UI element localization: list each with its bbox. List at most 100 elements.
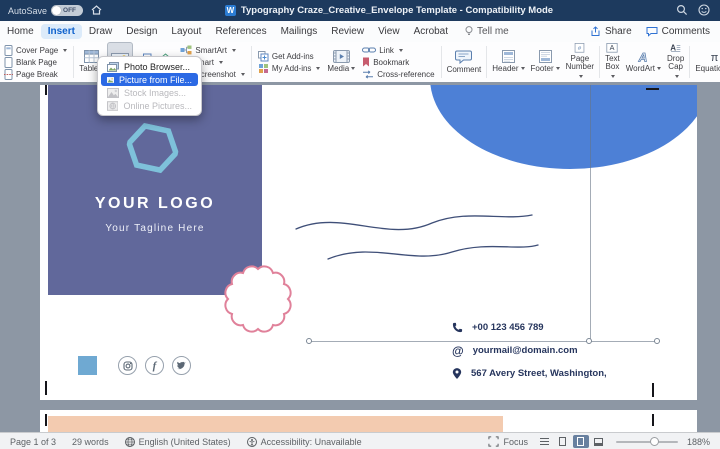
footer-label: Footer: [530, 64, 554, 74]
home-icon[interactable]: [91, 4, 102, 17]
cross-reference-icon: [363, 69, 374, 79]
header-button[interactable]: Header: [489, 42, 527, 82]
addins-stack: Get Add-ins My Add-ins: [254, 42, 325, 82]
phone-row[interactable]: +00 123 456 789: [452, 321, 544, 334]
wordart-button[interactable]: A WordArt: [623, 42, 664, 82]
tab-draw[interactable]: Draw: [82, 24, 119, 39]
menu-item-picture-from-file[interactable]: Picture from File...: [101, 73, 198, 86]
share-button[interactable]: Share: [590, 26, 632, 37]
resize-handle[interactable]: [586, 338, 592, 344]
cover-page-button[interactable]: Cover Page: [2, 44, 69, 56]
menu-item-photo-browser[interactable]: Photo Browser...: [101, 60, 198, 73]
tab-insert[interactable]: Insert: [40, 24, 82, 39]
facebook-icon[interactable]: f: [145, 356, 164, 375]
focus-label: Focus: [503, 436, 528, 447]
get-addins-button[interactable]: Get Add-ins: [256, 50, 323, 62]
chevron-down-icon: [231, 48, 236, 52]
media-button[interactable]: Media: [324, 42, 358, 82]
smartart-label: SmartArt: [195, 45, 227, 55]
menu-item-stock-images[interactable]: Stock Images...: [101, 86, 198, 99]
zoom-slider-thumb[interactable]: [649, 436, 659, 446]
autosave-toggle[interactable]: OFF: [51, 5, 84, 16]
drop-cap-button[interactable]: A Drop Cap: [664, 42, 687, 82]
accessibility-status[interactable]: Accessibility: Unavailable: [246, 436, 362, 447]
page-number-button[interactable]: # Page Number: [563, 42, 597, 82]
instagram-icon[interactable]: [118, 356, 137, 375]
smartart-button[interactable]: SmartArt: [178, 45, 246, 56]
resize-handle[interactable]: [654, 338, 660, 344]
tab-layout[interactable]: Layout: [164, 24, 208, 39]
equation-button[interactable]: π Equation: [692, 42, 720, 82]
selected-line-shape[interactable]: [310, 341, 658, 342]
focus-button[interactable]: Focus: [488, 436, 528, 447]
comment-button[interactable]: Comment: [444, 42, 485, 82]
tab-acrobat[interactable]: Acrobat: [407, 24, 455, 39]
zoom-slider[interactable]: [615, 436, 678, 446]
scalloped-circle-shape[interactable]: [222, 263, 294, 335]
chevron-down-icon: [611, 74, 616, 78]
autosave-label: AutoSave: [8, 5, 48, 16]
wordart-label: WordArt: [625, 63, 655, 73]
search-icon[interactable]: [676, 4, 688, 18]
peach-band-shape: [48, 416, 503, 432]
logo-tagline-text[interactable]: Your Tagline Here: [48, 223, 262, 234]
drop-cap-label: Drop Cap: [666, 53, 685, 72]
autosave-control[interactable]: AutoSave OFF: [8, 5, 84, 16]
web-layout-button[interactable]: [591, 435, 607, 448]
phone-text: +00 123 456 789: [472, 322, 544, 333]
my-addins-button[interactable]: My Add-ins: [256, 63, 323, 74]
link-button[interactable]: Link: [360, 45, 436, 56]
vertical-rule-line[interactable]: [590, 85, 591, 342]
draft-view-button[interactable]: [537, 435, 553, 448]
get-addins-icon: [257, 50, 269, 61]
crop-mark: [45, 414, 47, 426]
feedback-smiley-icon[interactable]: [698, 3, 710, 18]
autosave-state: OFF: [63, 7, 77, 14]
bulb-icon: [465, 26, 473, 35]
twitter-icon[interactable]: [172, 356, 191, 375]
tab-view[interactable]: View: [371, 24, 407, 39]
tell-me-button[interactable]: Tell me: [465, 26, 509, 37]
address-row[interactable]: 567 Avery Street, Washington,: [452, 367, 607, 380]
menu-item-label: Picture from File...: [118, 74, 192, 85]
get-addins-label: Get Add-ins: [271, 51, 314, 61]
divider: [440, 46, 442, 78]
footer-button[interactable]: Footer: [528, 42, 563, 82]
menu-item-online-pictures[interactable]: Online Pictures...: [101, 99, 198, 112]
page-break-button[interactable]: Page Break: [2, 68, 69, 80]
word-count[interactable]: 29 words: [72, 437, 109, 447]
tab-review[interactable]: Review: [324, 24, 371, 39]
page-count[interactable]: Page 1 of 3: [10, 437, 56, 447]
print-layout-button[interactable]: [572, 435, 589, 448]
blank-page-button[interactable]: Blank Page: [2, 56, 69, 68]
language-indicator[interactable]: English (United States): [124, 436, 231, 447]
tab-references[interactable]: References: [208, 24, 273, 39]
phone-icon: [452, 322, 463, 333]
cross-reference-button[interactable]: Cross-reference: [360, 69, 436, 80]
page-1[interactable]: YOUR LOGO Your Tagline Here +00 123 456 …: [40, 85, 697, 400]
outline-view-button[interactable]: [555, 435, 571, 448]
cross-reference-label: Cross-reference: [377, 69, 435, 79]
blue-square-shape[interactable]: [78, 356, 97, 375]
zoom-level[interactable]: 188%: [687, 437, 710, 447]
chevron-down-icon: [398, 48, 403, 52]
page-2-preview[interactable]: [40, 410, 697, 432]
tab-home[interactable]: Home: [0, 24, 41, 39]
print-layout-icon: [577, 437, 585, 446]
bookmark-button[interactable]: Bookmark: [360, 57, 436, 68]
tab-mailings[interactable]: Mailings: [274, 24, 325, 39]
comments-button[interactable]: Comments: [646, 26, 710, 37]
chevron-down-icon: [351, 67, 356, 71]
chevron-down-icon: [316, 66, 321, 70]
logo-title-text[interactable]: YOUR LOGO: [48, 195, 262, 213]
text-box-button[interactable]: A Text Box: [602, 42, 623, 82]
hexagon-logo-icon[interactable]: [121, 120, 182, 181]
statusbar: Page 1 of 3 29 words English (United Sta…: [0, 432, 720, 449]
email-row[interactable]: @ yourmail@domain.com: [452, 344, 578, 358]
tab-design[interactable]: Design: [119, 24, 164, 39]
wavy-lines-shape[interactable]: [292, 207, 542, 267]
chevron-down-icon: [656, 66, 661, 70]
blue-ellipse-shape[interactable]: [430, 85, 697, 169]
resize-handle[interactable]: [306, 338, 312, 344]
stock-images-icon: [107, 87, 119, 98]
